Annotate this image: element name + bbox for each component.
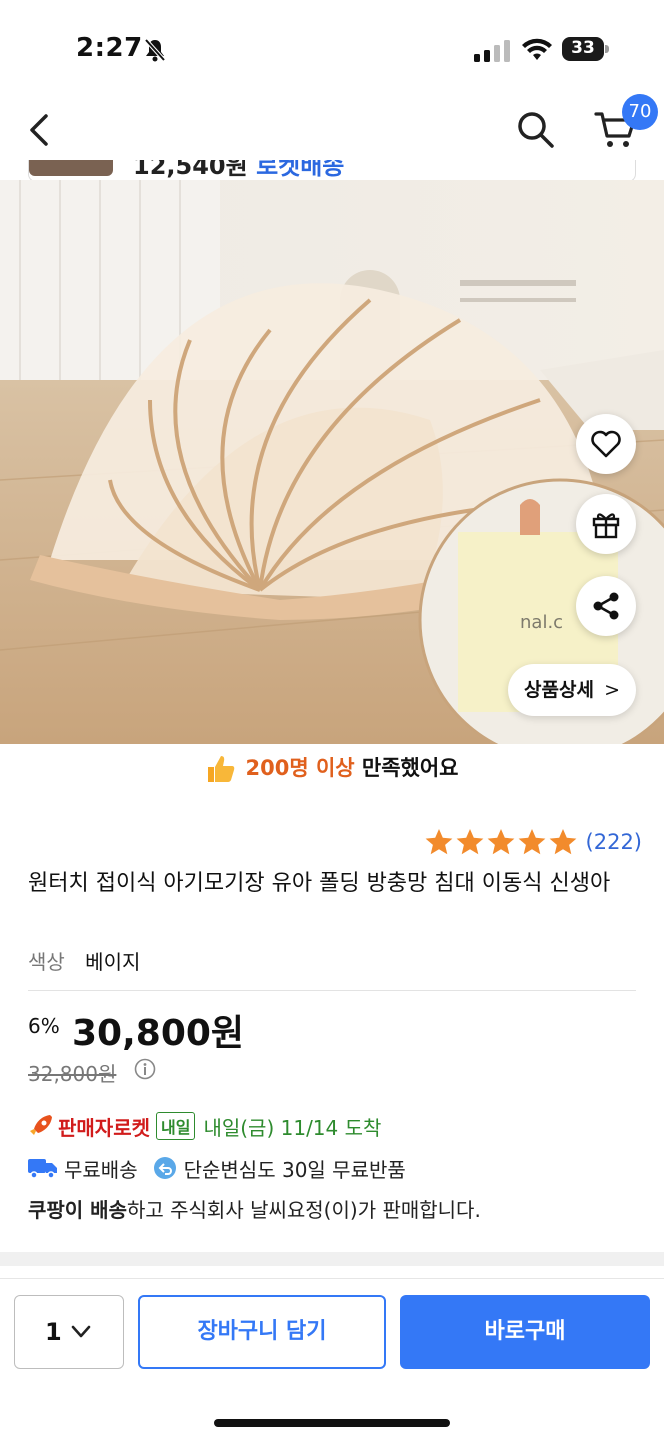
rocket-icon [30, 1115, 52, 1135]
satisfaction-banner: 200명 이상 만족했어요 [0, 752, 664, 796]
selected-option[interactable]: 색상 베이지 [28, 946, 140, 975]
chevron-left-icon[interactable] [24, 110, 56, 150]
option-label: 색상 [28, 950, 65, 974]
seller-bold: 쿠팡이 배송 [28, 1198, 127, 1222]
chevron-down-icon [71, 1325, 91, 1338]
quantity-select[interactable]: 1 [14, 1295, 124, 1369]
battery-level: 33 [571, 38, 595, 58]
product-image[interactable]: nal.c 상품상세 > [0, 180, 664, 744]
seller-info: 쿠팡이 배송하고 주식회사 날씨요정(이)가 판매합니다. [28, 1194, 481, 1223]
cart-count-badge: 70 [622, 94, 658, 130]
star-icon [518, 829, 545, 855]
star-icon [487, 829, 514, 855]
seller-text: 하고 주식회사 날씨요정(이)가 판매합니다. [126, 1198, 481, 1222]
product-title: 원터치 접이식 아기모기장 유아 폴딩 방충망 침대 이동식 신생아 [28, 871, 611, 896]
thumbs-up-icon [208, 756, 235, 782]
signal-icon [474, 40, 510, 62]
buy-now-button[interactable]: 바로구매 [400, 1295, 650, 1369]
tomorrow-badge: 내일 [156, 1112, 196, 1140]
clock: 2:27 [76, 33, 143, 63]
review-count[interactable]: (222) [586, 830, 642, 854]
info-icon[interactable] [134, 1058, 156, 1080]
option-value: 베이지 [85, 950, 141, 974]
wishlist-button[interactable] [576, 414, 636, 474]
divider [28, 990, 636, 991]
wifi-icon [522, 38, 552, 60]
return-policy: 단순변심도 30일 무료반품 [183, 1157, 406, 1182]
gift-button[interactable] [576, 494, 636, 554]
truck-icon [28, 1159, 57, 1179]
heart-icon [591, 430, 621, 458]
free-shipping: 무료배송 [64, 1157, 138, 1182]
section-separator [0, 1252, 664, 1266]
star-rating [423, 827, 578, 857]
add-to-cart-button[interactable]: 장바구니 담기 [138, 1295, 386, 1369]
seller-rocket-label: 판매자로켓 [58, 1115, 150, 1140]
discount-rate: 6% [28, 1014, 60, 1038]
gift-icon [592, 513, 620, 539]
return-icon [153, 1157, 176, 1179]
home-indicator[interactable] [214, 1419, 450, 1427]
search-icon[interactable] [514, 108, 556, 150]
star-icon [549, 829, 576, 855]
arrival-date: 내일(금) 11/14 도착 [203, 1115, 382, 1140]
shipping-info: 무료배송 단순변심도 30일 무료반품 [28, 1152, 406, 1184]
share-icon [593, 592, 619, 620]
status-bar: 2:27 33 [0, 0, 664, 92]
star-icon [425, 829, 452, 855]
product-detail-label: 상품상세 [524, 679, 594, 701]
delivery-info: 판매자로켓 내일 내일(금) 11/14 도착 [28, 1110, 381, 1142]
product-thumbnail [29, 160, 113, 176]
bag-logo: nal.c [520, 612, 563, 633]
original-price: 32,800원 [28, 1062, 117, 1086]
satisfaction-text: 만족했어요 [354, 756, 459, 780]
battery-icon: 33 [562, 37, 610, 61]
bell-slash-icon [144, 38, 166, 62]
bottom-action-bar: 1 장바구니 담기 바로구매 [0, 1278, 664, 1440]
peek-price: 12,540원 로켓배송 [133, 160, 345, 180]
sale-price: 30,800원 [72, 1013, 245, 1054]
sticky-summary-peek: 12,540원 로켓배송 [28, 160, 636, 182]
product-photo-illustration: nal.c [0, 180, 664, 744]
quantity-value: 1 [45, 1318, 62, 1346]
star-icon [456, 829, 483, 855]
rating[interactable]: (222) [423, 826, 642, 858]
product-detail-button[interactable]: 상품상세 > [508, 664, 636, 716]
share-button[interactable] [576, 576, 636, 636]
satisfaction-count: 200명 이상 [245, 756, 355, 780]
chevron-right-icon: > [604, 679, 620, 701]
